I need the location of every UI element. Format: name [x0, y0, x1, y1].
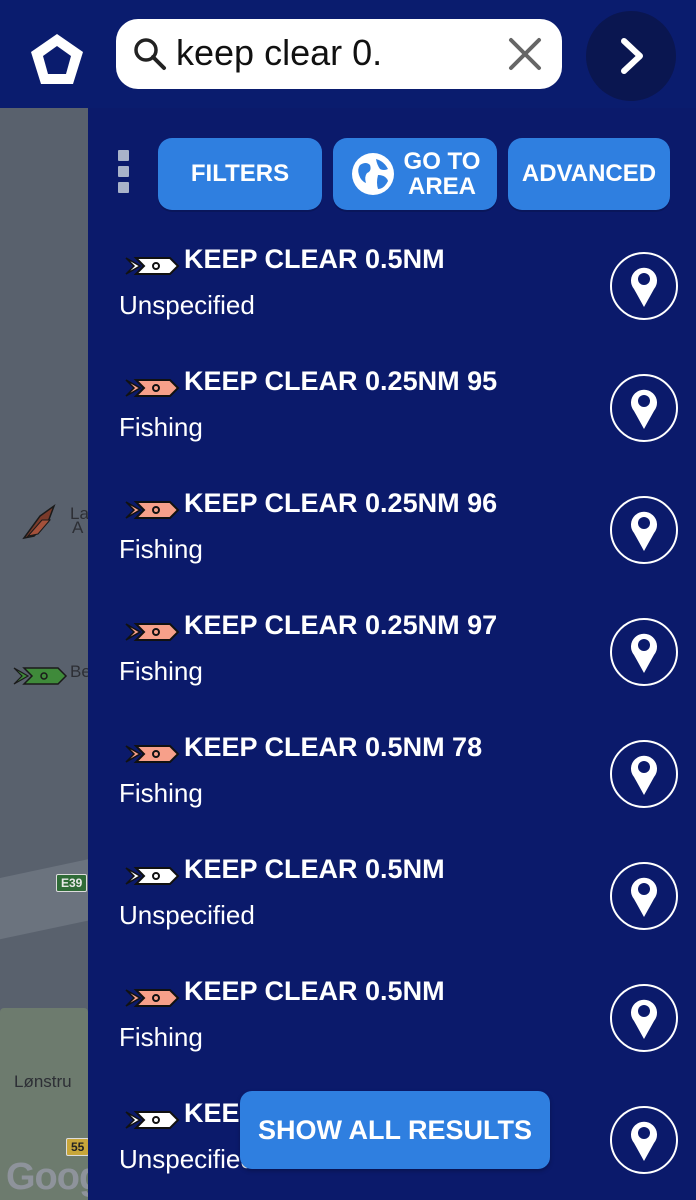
result-row[interactable]: KEEP CLEAR 0.5NM Fishing [88, 970, 696, 1092]
goto-label-line2: AREA [407, 173, 476, 200]
result-title: KEEP CLEAR 0.5NM 78 [184, 732, 483, 762]
map-road-shield-e39: E39 [56, 874, 88, 892]
result-vessel-type: Unspecified [119, 900, 255, 930]
locate-on-map-button[interactable] [610, 496, 678, 564]
result-vessel-type: Fishing [119, 412, 203, 442]
result-title: KEEP CLEAR 0.25NM 96 [184, 488, 498, 518]
result-row[interactable]: KEEP CLEAR 0.5NM 78 Fishing [88, 726, 696, 848]
advanced-label: ADVANCED [521, 160, 657, 187]
google-logo: Goog [6, 1156, 88, 1198]
globe-icon [351, 153, 394, 195]
map-pin-icon [631, 999, 657, 1039]
map-background[interactable]: La A Be E39 Lønstru 55 Goog [0, 108, 88, 1200]
map-label-lonstru: Lønstru [14, 1072, 72, 1091]
vessel-icon [125, 379, 180, 397]
result-title: KEEP CLEAR 0.5NM [184, 854, 445, 884]
kebab-menu-icon[interactable] [118, 150, 130, 194]
result-row[interactable]: KEEP CLEAR 0.25NM 97 Fishing [88, 604, 696, 726]
map-pin-icon [631, 511, 657, 551]
pentagon-home-icon [31, 34, 83, 84]
map-pin-icon [631, 267, 657, 307]
map-pin-icon [631, 633, 657, 673]
result-vessel-type: Fishing [119, 534, 203, 564]
vessel-icon [125, 745, 180, 763]
search-icon [134, 38, 166, 70]
result-vessel-type: Fishing [119, 778, 203, 808]
result-row[interactable]: KEEP CLEAR 0.25NM 95 Fishing [88, 360, 696, 482]
map-pin-icon [631, 755, 657, 795]
map-road [0, 854, 88, 942]
map-road-shield-55: 55 [66, 1138, 88, 1156]
search-input[interactable] [176, 27, 496, 79]
result-vessel-type: Fishing [119, 1022, 203, 1052]
vessel-icon [125, 989, 180, 1007]
vessel-icon [125, 867, 180, 885]
locate-on-map-button[interactable] [610, 252, 678, 320]
map-pin-icon [631, 389, 657, 429]
next-button[interactable] [586, 11, 676, 101]
advanced-button[interactable]: ADVANCED [508, 138, 670, 210]
vessel-icon [125, 1111, 180, 1129]
top-bar [0, 0, 696, 108]
locate-on-map-button[interactable] [610, 740, 678, 808]
map-label-be: Be [70, 662, 88, 681]
vessel-icon [125, 501, 180, 519]
search-results-panel: FILTERS GO TO AREA ADVANCED KEEP CLEAR 0… [88, 108, 696, 1200]
result-row[interactable]: KEEP CLEAR 0.5NM Unspecified [88, 238, 696, 360]
locate-on-map-button[interactable] [610, 618, 678, 686]
filters-label: FILTERS [190, 160, 290, 187]
vessel-icon [125, 623, 180, 641]
locate-on-map-button[interactable] [610, 984, 678, 1052]
locate-on-map-button[interactable] [610, 1106, 678, 1174]
result-vessel-type: Unspecified [119, 290, 255, 320]
home-button[interactable] [26, 28, 88, 90]
vessel-icon [125, 257, 180, 275]
filters-button[interactable]: FILTERS [158, 138, 322, 210]
locate-on-map-button[interactable] [610, 862, 678, 930]
map-pin-icon [631, 877, 657, 917]
goto-label-line1: GO TO [403, 148, 481, 175]
result-title: KEEP CLEAR 0.5NM [184, 976, 445, 1006]
result-title: KEEP CLEAR 0.5NM [184, 244, 445, 274]
result-vessel-type: Unspecified [119, 1144, 255, 1174]
close-icon[interactable] [506, 35, 544, 73]
chevron-right-icon [621, 38, 643, 74]
result-title: KEEP CLEAR 0.25NM 95 [184, 366, 498, 396]
search-box[interactable] [116, 19, 562, 89]
map-label-a: A [72, 518, 84, 537]
show-all-results-label: SHOW ALL RESULTS [258, 1114, 532, 1145]
map-vessel-icon[interactable] [20, 498, 70, 548]
result-vessel-type: Fishing [119, 656, 203, 686]
result-row[interactable]: KEEP CLEAR 0.5NM Unspecified [88, 848, 696, 970]
map-pin-icon [631, 1121, 657, 1161]
map-vessel-icon-green[interactable] [12, 664, 68, 688]
result-title: KEEP CLEAR 0.25NM 97 [184, 610, 498, 640]
go-to-area-button[interactable]: GO TO AREA [333, 138, 497, 210]
result-row[interactable]: KEEP CLEAR 0.25NM 96 Fishing [88, 482, 696, 604]
show-all-results-button[interactable]: SHOW ALL RESULTS [240, 1091, 550, 1169]
locate-on-map-button[interactable] [610, 374, 678, 442]
